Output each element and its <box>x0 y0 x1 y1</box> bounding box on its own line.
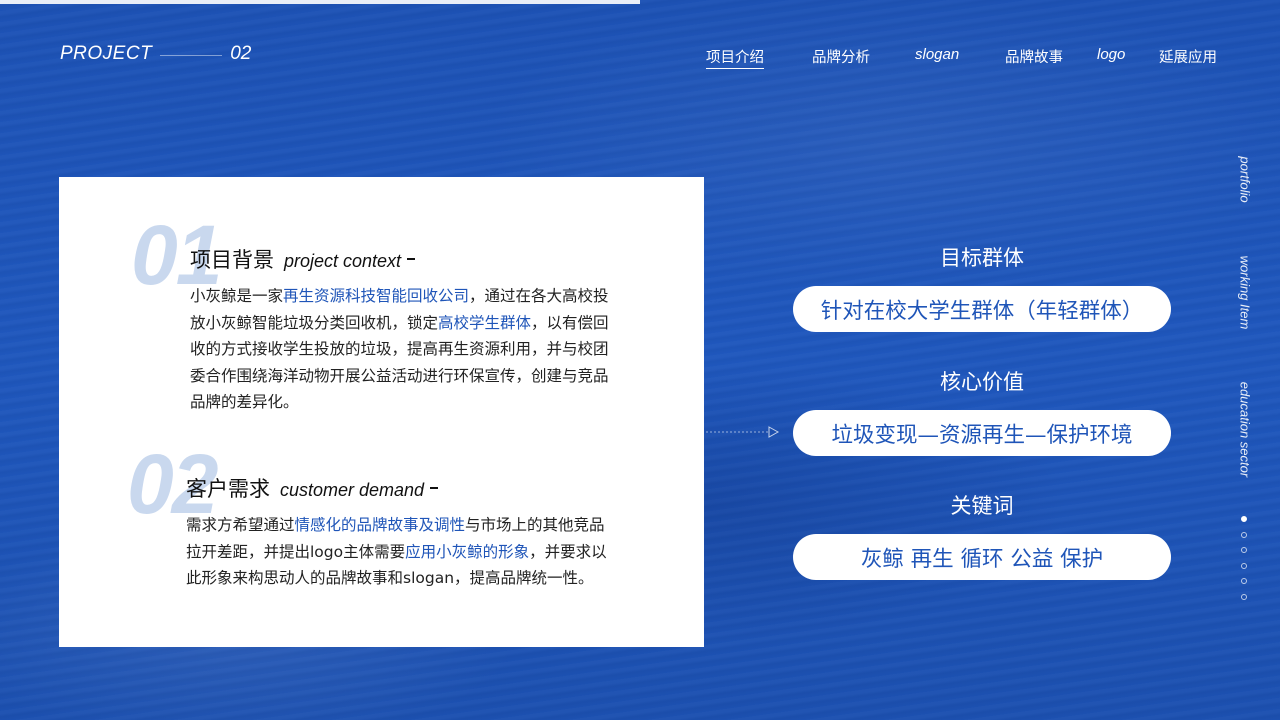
section-title: 客户需求 customer demand <box>186 473 439 503</box>
top-nav: 项目介绍 品牌分析 slogan 品牌故事 logo 延展应用 <box>0 46 1280 70</box>
highlight-text: 再生资源科技智能回收公司 <box>283 287 470 305</box>
page-dot[interactable] <box>1241 593 1247 600</box>
page-dot[interactable] <box>1241 562 1247 569</box>
body-text: 小灰鲸是一家 <box>190 287 284 305</box>
body-text: 需求方希望通过 <box>186 516 295 534</box>
section-title: 项目背景 project context <box>190 244 416 274</box>
highlight-text: 情感化的品牌故事及调性 <box>294 516 466 534</box>
target-group-pill: 针对在校大学生群体（年轻群体） <box>793 286 1171 332</box>
top-strip <box>0 0 640 4</box>
side-label-portfolio: portfolio <box>1237 156 1253 203</box>
section-title-en: project context <box>284 251 402 271</box>
intro-card: 01 项目背景 project context 小灰鲸是一家再生资源科技智能回收… <box>59 177 704 647</box>
section-title-zh: 客户需求 <box>186 477 270 501</box>
page-dot[interactable] <box>1241 531 1247 538</box>
target-group-heading: 目标群体 <box>940 246 1024 270</box>
page-indicator <box>1240 516 1248 609</box>
highlight-text: 应用小灰鲸的形象 <box>405 542 530 561</box>
project-context-text: 小灰鲸是一家再生资源科技智能回收公司，通过在各大高校投放小灰鲸智能垃圾分类回收机… <box>190 283 622 416</box>
core-value-pill: 垃圾变现—资源再生—保护环境 <box>793 410 1171 456</box>
nav-item-slogan[interactable]: slogan <box>915 46 959 63</box>
page-dot[interactable] <box>1241 516 1247 522</box>
side-label-education-sector: education sector <box>1237 381 1253 478</box>
keywords-pill: 灰鲸 再生 循环 公益 保护 <box>793 534 1171 580</box>
side-label-working-item: working Item <box>1237 255 1253 330</box>
core-value-heading: 核心价值 <box>940 370 1024 394</box>
title-dash <box>430 487 439 489</box>
customer-demand-text: 需求方希望通过情感化的品牌故事及调性与市场上的其他竞品拉开差距，并提出logo主… <box>186 512 618 592</box>
page-dot[interactable] <box>1241 578 1247 584</box>
page-dot[interactable] <box>1241 547 1247 553</box>
nav-item-brand-story[interactable]: 品牌故事 <box>1005 46 1063 67</box>
highlight-text: 高校学生群体 <box>438 313 532 332</box>
nav-item-brand-analysis[interactable]: 品牌分析 <box>812 46 870 67</box>
section-title-zh: 项目背景 <box>190 248 274 272</box>
section-title-en: customer demand <box>280 480 425 500</box>
title-dash <box>407 258 416 260</box>
keywords-heading: 关键词 <box>950 494 1014 518</box>
nav-item-project-intro[interactable]: 项目介绍 <box>706 46 764 69</box>
connector-arrow-icon <box>706 426 780 438</box>
nav-item-extended-application[interactable]: 延展应用 <box>1159 46 1217 67</box>
nav-item-logo[interactable]: logo <box>1097 46 1125 63</box>
